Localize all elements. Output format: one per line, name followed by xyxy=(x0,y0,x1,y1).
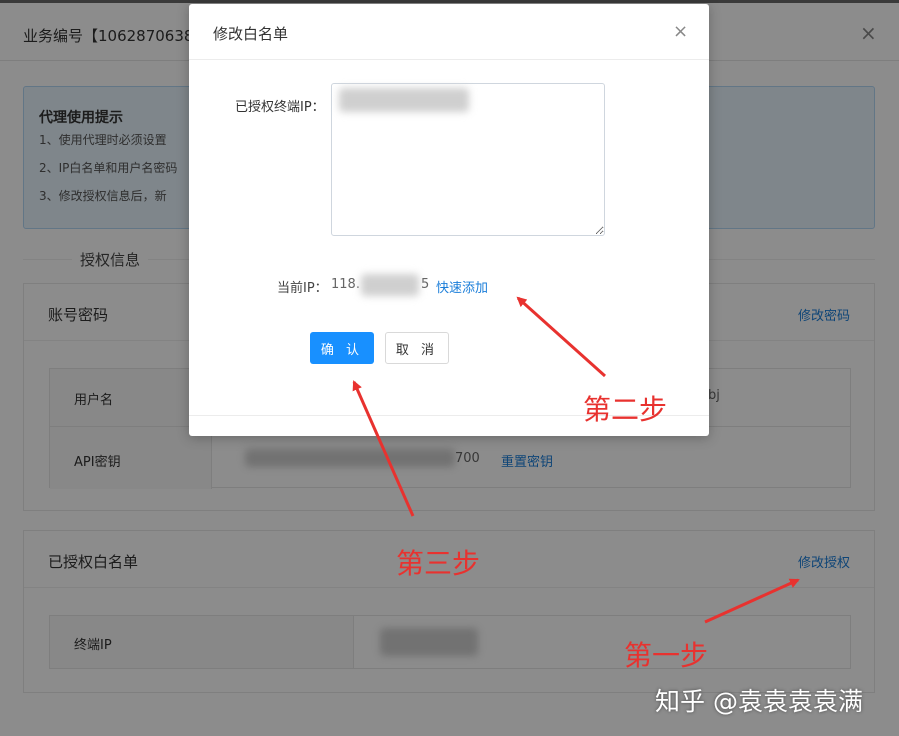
step1-label: 第一步 xyxy=(624,639,709,672)
modify-whitelist-modal: 修改白名单 × 已授权终端IP： 当前IP： 118. 5 快速添加 确 认 取… xyxy=(189,4,709,436)
modal-header: 修改白名单 × xyxy=(189,4,709,60)
step2-label: 第二步 xyxy=(583,393,668,426)
step3-label: 第三步 xyxy=(396,547,481,580)
quick-add-link[interactable]: 快速添加 xyxy=(436,277,488,296)
current-ip-suffix: 5 xyxy=(421,277,430,292)
cancel-button[interactable]: 取 消 xyxy=(385,332,449,364)
redacted-ip-text xyxy=(339,88,469,112)
zhihu-watermark: 知乎 @袁袁袁袁满 xyxy=(655,687,863,716)
modal-title: 修改白名单 xyxy=(213,25,289,43)
close-icon[interactable]: × xyxy=(673,23,688,41)
confirm-button[interactable]: 确 认 xyxy=(310,332,374,364)
current-ip-label: 当前IP： xyxy=(277,281,328,296)
redacted-current-ip xyxy=(361,274,419,296)
current-ip-value: 118. xyxy=(331,277,360,292)
authorized-ip-label: 已授权终端IP： xyxy=(235,100,325,115)
